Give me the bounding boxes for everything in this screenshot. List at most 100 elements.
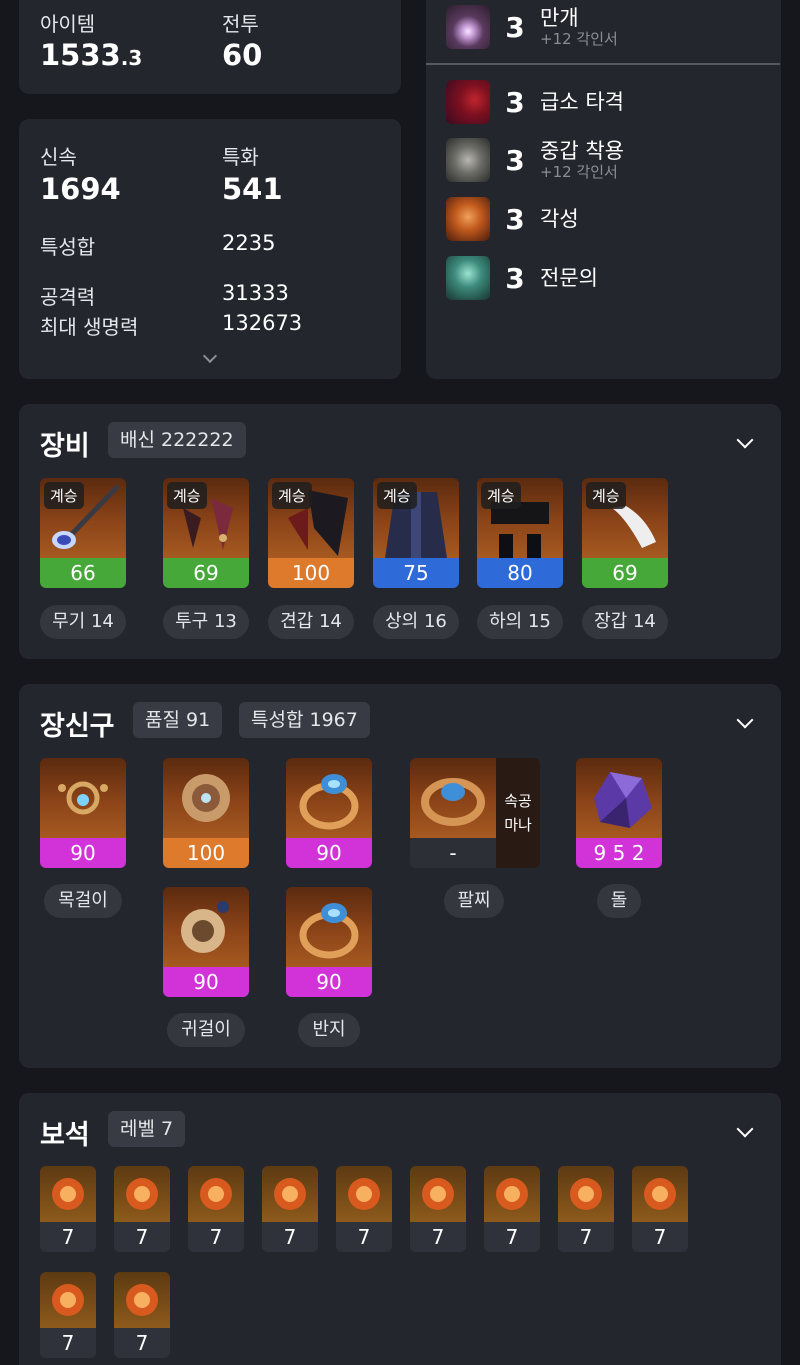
equipment-label: 장갑 14 bbox=[582, 605, 668, 639]
accessories-panel: 장신구 품질 91 특성합 1967 bbox=[19, 684, 781, 1068]
equipment-label: 하의 15 bbox=[477, 605, 563, 639]
quality-value: 100 bbox=[268, 558, 354, 588]
bracelet-effects: 속공 마나 bbox=[496, 758, 540, 868]
gem-slot[interactable]: 7 bbox=[410, 1166, 466, 1252]
accessory-quality-badge: 품질 91 bbox=[133, 702, 223, 738]
gem-slot[interactable]: 7 bbox=[262, 1166, 318, 1252]
gem-icon bbox=[558, 1166, 614, 1222]
gem-slot[interactable]: 7 bbox=[40, 1272, 96, 1358]
spec-value: 541 bbox=[222, 172, 283, 206]
engraving-sub: +12 각인서 bbox=[540, 30, 618, 48]
gems-level-badge: 레벨 7 bbox=[108, 1111, 186, 1147]
gem-slot[interactable]: 7 bbox=[40, 1166, 96, 1252]
ring-card-2[interactable]: 90 bbox=[286, 887, 372, 997]
ring-icon bbox=[286, 887, 372, 967]
gem-icon bbox=[40, 1272, 96, 1328]
engraving-level: 3 bbox=[505, 261, 525, 295]
gem-slot[interactable]: 7 bbox=[336, 1166, 392, 1252]
equipment-card-gloves[interactable]: 계승 69 bbox=[582, 478, 668, 588]
swift-label: 신속 bbox=[40, 145, 77, 169]
inherit-tag: 계승 bbox=[481, 482, 521, 509]
engraving-row[interactable]: 3 전문의 bbox=[446, 255, 598, 301]
gem-slot[interactable]: 7 bbox=[188, 1166, 244, 1252]
gem-icon bbox=[632, 1166, 688, 1222]
engraving-level: 3 bbox=[505, 85, 525, 119]
equipment-set-badge: 배신 222222 bbox=[108, 422, 246, 458]
engraving-row[interactable]: 3 각성 bbox=[446, 196, 579, 242]
engraving-name: 전문의 bbox=[540, 266, 598, 290]
necklace-label: 목걸이 bbox=[44, 884, 122, 918]
spec-label: 특화 bbox=[222, 145, 259, 169]
gem-level: 7 bbox=[262, 1222, 318, 1252]
item-level-label: 아이템 bbox=[40, 12, 96, 36]
gem-icon bbox=[40, 1166, 96, 1222]
quality-value: 90 bbox=[286, 838, 372, 868]
equipment-card-chest[interactable]: 계승 75 bbox=[373, 478, 459, 588]
accessory-trait-badge: 특성합 1967 bbox=[239, 702, 370, 738]
equipment-card-shoulder[interactable]: 계승 100 bbox=[268, 478, 354, 588]
gems-collapse-icon[interactable] bbox=[736, 1120, 754, 1138]
engraving-row[interactable]: 3 급소 타격 bbox=[446, 79, 624, 125]
earring-card-1[interactable]: 100 bbox=[163, 758, 249, 868]
quality-value: 80 bbox=[477, 558, 563, 588]
combat-stats-panel: 신속 1694 특화 541 특성합 2235 공격력 31333 최대 생명력… bbox=[19, 119, 401, 379]
expert-icon bbox=[446, 256, 490, 300]
ring-icon bbox=[286, 758, 372, 838]
equipment-label: 상의 16 bbox=[373, 605, 459, 639]
equipment-card-helmet[interactable]: 계승 69 bbox=[163, 478, 249, 588]
engraving-name: 중갑 착용 bbox=[540, 139, 624, 163]
gem-slot[interactable]: 7 bbox=[114, 1166, 170, 1252]
swift-value: 1694 bbox=[40, 172, 121, 206]
inherit-tag: 계승 bbox=[377, 482, 417, 509]
gem-slot[interactable]: 7 bbox=[114, 1272, 170, 1358]
bloom-icon bbox=[446, 5, 490, 49]
gem-level: 7 bbox=[188, 1222, 244, 1252]
quality-value: 90 bbox=[286, 967, 372, 997]
heavy-armor-icon bbox=[446, 138, 490, 182]
accessories-collapse-icon[interactable] bbox=[736, 711, 754, 729]
earring-card-2[interactable]: 90 bbox=[163, 887, 249, 997]
bracelet-icon bbox=[410, 758, 496, 838]
gem-icon bbox=[410, 1166, 466, 1222]
earring-label: 귀걸이 bbox=[167, 1013, 245, 1047]
gem-icon bbox=[114, 1272, 170, 1328]
bracelet-effect-1: 속공 bbox=[504, 792, 532, 810]
ring-card-1[interactable]: 90 bbox=[286, 758, 372, 868]
inherit-tag: 계승 bbox=[167, 482, 207, 509]
engraving-sub: +12 각인서 bbox=[540, 163, 618, 181]
earring-icon bbox=[163, 887, 249, 967]
gem-slot[interactable]: 7 bbox=[484, 1166, 540, 1252]
equipment-label: 견갑 14 bbox=[268, 605, 354, 639]
stone-card[interactable]: 9 5 2 bbox=[576, 758, 662, 868]
equipment-card-weapon[interactable]: 계승 66 bbox=[40, 478, 126, 588]
stone-label: 돌 bbox=[597, 884, 641, 918]
gem-icon bbox=[484, 1166, 540, 1222]
necklace-card[interactable]: 90 bbox=[40, 758, 126, 868]
quality-value: 75 bbox=[373, 558, 459, 588]
equipment-collapse-icon[interactable] bbox=[736, 431, 754, 449]
ring-label: 반지 bbox=[298, 1013, 360, 1047]
engraving-level: 3 bbox=[505, 202, 525, 236]
expand-stats-icon[interactable] bbox=[202, 348, 218, 364]
engraving-row[interactable]: 3 만개 +12 각인서 bbox=[446, 4, 618, 50]
gem-level: 7 bbox=[40, 1328, 96, 1358]
gem-level: 7 bbox=[114, 1328, 170, 1358]
attack-label: 공격력 bbox=[40, 285, 96, 309]
item-level-panel: 아이템 1533.3 전투 60 bbox=[19, 0, 401, 94]
equipment-title: 장비 bbox=[40, 431, 90, 462]
stone-value: 9 5 2 bbox=[576, 838, 662, 868]
gem-slot[interactable]: 7 bbox=[558, 1166, 614, 1252]
max-hp-value: 132673 bbox=[222, 311, 303, 335]
engraving-name: 각성 bbox=[540, 207, 579, 231]
item-level-value: 1533.3 bbox=[40, 38, 142, 72]
stone-icon bbox=[576, 758, 662, 838]
gem-slot[interactable]: 7 bbox=[632, 1166, 688, 1252]
bracelet-card[interactable]: - 속공 마나 bbox=[410, 758, 540, 868]
engraving-level: 3 bbox=[505, 10, 525, 44]
equipment-card-pants[interactable]: 계승 80 bbox=[477, 478, 563, 588]
max-hp-label: 최대 생명력 bbox=[40, 315, 139, 339]
vital-strike-icon bbox=[446, 80, 490, 124]
engraving-row[interactable]: 3 중갑 착용 +12 각인서 bbox=[446, 137, 624, 183]
trait-sum-value: 2235 bbox=[222, 231, 276, 255]
accessories-title: 장신구 bbox=[40, 711, 115, 742]
